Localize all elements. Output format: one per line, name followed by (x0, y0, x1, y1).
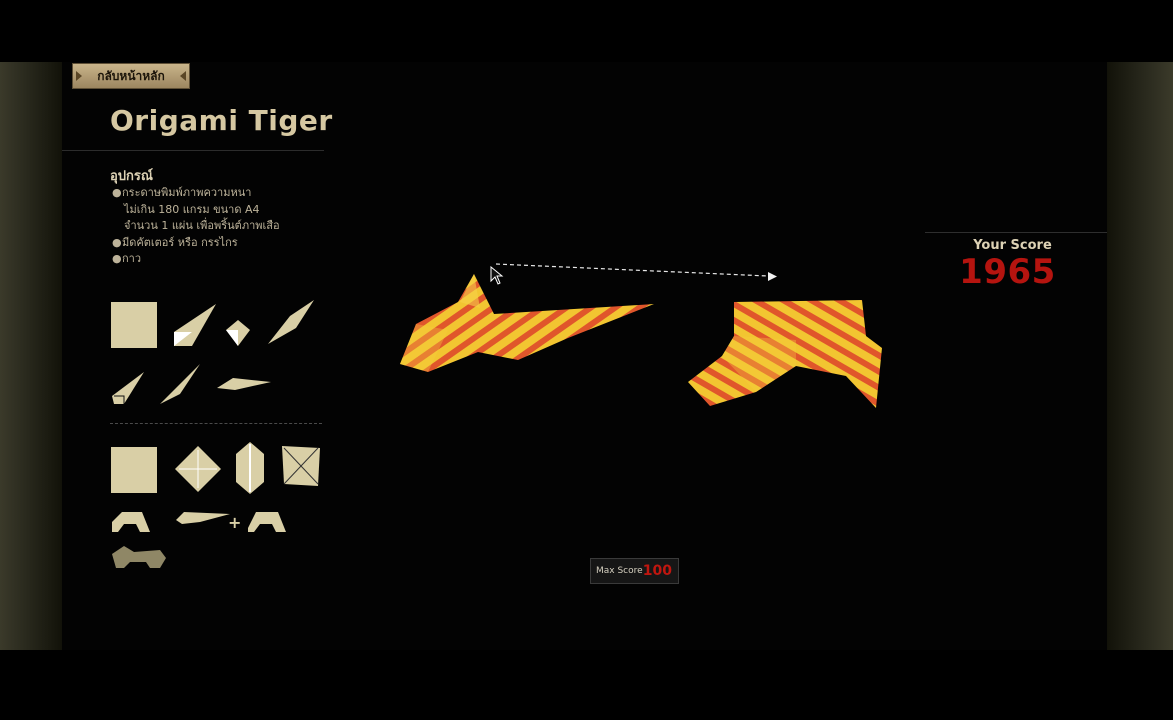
fold-step-body-icon (248, 512, 286, 532)
page-title: Origami Tiger (110, 104, 333, 137)
bullet-icon: ● (112, 252, 122, 265)
materials-item: ●มีดคัตเตอร์ หรือ กรรไกร (112, 235, 280, 252)
fold-step-assembled-tiger-icon (112, 546, 166, 568)
steps-divider (110, 423, 322, 424)
tiger-body-piece (688, 300, 882, 408)
materials-item: ●กระดาษพิมพ์ภาพความหนา (112, 185, 280, 202)
fold-step-pinwheel-icon (282, 446, 320, 486)
back-to-home-button[interactable]: กลับหน้าหลัก (72, 63, 190, 89)
fold-step-small-diamond-icon (226, 320, 250, 346)
mouse-cursor-icon (490, 266, 504, 285)
title-divider (62, 150, 324, 151)
fold-step-thin-kite-icon (160, 364, 200, 404)
materials-item-line: จำนวน 1 แผ่น เพื่อพริ้นต์ภาพเสือ (124, 219, 280, 232)
plus-icon: + (228, 513, 242, 532)
your-score-label: Your Score (973, 238, 1052, 253)
fold-step-square-icon (111, 447, 157, 493)
right-backdrop (1107, 62, 1173, 650)
fold-step-flat-icon (217, 378, 271, 390)
fold-step-kite-icon (268, 300, 314, 344)
score-divider (925, 232, 1107, 233)
fold-step-stand-icon (112, 512, 150, 532)
materials-item-line: ไม่เกิน 180 แกรม ขนาด A4 (124, 202, 260, 216)
max-score-value: 100 (642, 563, 672, 579)
materials-list: ●กระดาษพิมพ์ภาพความหนา ไม่เกิน 180 แกรม … (112, 185, 280, 268)
fold-step-square-icon (111, 302, 157, 348)
fold-step-narrow-kite-icon (112, 372, 144, 404)
fold-step-head-icon (176, 512, 230, 524)
max-score-box: Max Score 100 (590, 558, 679, 584)
back-button-label: กลับหน้าหลัก (97, 69, 165, 83)
left-arrow-icon (76, 71, 82, 81)
materials-heading: อุปกรณ์ (110, 169, 153, 184)
right-arrow-icon (180, 71, 186, 81)
bullet-icon: ● (112, 235, 122, 249)
bullet-icon: ● (112, 186, 122, 199)
your-score-value: 1965 (959, 252, 1056, 292)
fold-step-long-hex-icon (236, 442, 264, 494)
drag-guide-arrow (495, 263, 777, 281)
left-backdrop (0, 62, 62, 650)
materials-item: ●กาว (112, 251, 280, 268)
fold-step-star-diamond-icon (175, 446, 221, 492)
max-score-label: Max Score (596, 566, 643, 576)
fold-step-diagonal-icon (174, 304, 216, 346)
